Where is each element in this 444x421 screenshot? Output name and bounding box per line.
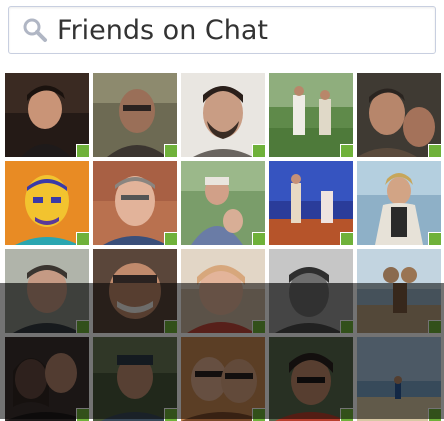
online-status-indicator bbox=[252, 408, 265, 421]
friend-tile[interactable] bbox=[93, 161, 177, 245]
friend-tile[interactable] bbox=[357, 249, 441, 333]
friend-tile[interactable] bbox=[5, 73, 89, 157]
friend-tile[interactable] bbox=[269, 249, 353, 333]
friend-tile[interactable] bbox=[181, 337, 265, 421]
friend-tile[interactable] bbox=[93, 249, 177, 333]
online-status-indicator bbox=[340, 320, 353, 333]
online-status-indicator bbox=[252, 144, 265, 157]
friend-tile[interactable] bbox=[181, 249, 265, 333]
online-status-indicator bbox=[164, 144, 177, 157]
friend-tile[interactable] bbox=[93, 337, 177, 421]
friend-tile[interactable] bbox=[269, 161, 353, 245]
friend-tile[interactable] bbox=[181, 161, 265, 245]
friend-tile[interactable] bbox=[269, 73, 353, 157]
friend-tile[interactable] bbox=[357, 337, 441, 421]
online-status-indicator bbox=[252, 232, 265, 245]
online-status-indicator bbox=[164, 232, 177, 245]
friend-tile[interactable] bbox=[5, 249, 89, 333]
friend-tile[interactable] bbox=[93, 73, 177, 157]
online-status-indicator bbox=[428, 232, 441, 245]
friends-grid bbox=[5, 73, 444, 421]
online-status-indicator bbox=[252, 320, 265, 333]
friend-tile[interactable] bbox=[5, 161, 89, 245]
online-status-indicator bbox=[428, 144, 441, 157]
online-status-indicator bbox=[76, 408, 89, 421]
search-icon bbox=[19, 14, 51, 46]
friend-tile[interactable] bbox=[5, 337, 89, 421]
online-status-indicator bbox=[340, 408, 353, 421]
online-status-indicator bbox=[164, 408, 177, 421]
online-status-indicator bbox=[340, 144, 353, 157]
online-status-indicator bbox=[76, 144, 89, 157]
friend-tile[interactable] bbox=[269, 337, 353, 421]
online-status-indicator bbox=[76, 232, 89, 245]
friend-tile[interactable] bbox=[357, 161, 441, 245]
friend-tile[interactable] bbox=[357, 73, 441, 157]
online-status-indicator bbox=[164, 320, 177, 333]
online-status-indicator bbox=[340, 232, 353, 245]
friend-tile[interactable] bbox=[181, 73, 265, 157]
online-status-indicator bbox=[428, 320, 441, 333]
friends-search-box[interactable] bbox=[8, 6, 436, 54]
online-status-indicator bbox=[76, 320, 89, 333]
online-status-indicator bbox=[428, 408, 441, 421]
search-input[interactable] bbox=[57, 10, 417, 50]
